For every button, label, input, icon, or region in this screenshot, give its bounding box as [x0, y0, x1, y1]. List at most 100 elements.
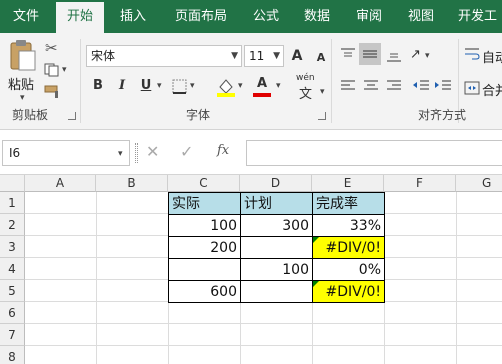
font-name-select[interactable]: 宋体 ▼ [86, 45, 242, 67]
bold-button[interactable]: B [89, 77, 107, 95]
cell-D4[interactable]: 100 [240, 258, 312, 280]
cell-E1[interactable]: 完成率 [312, 192, 385, 214]
column-header[interactable]: A [25, 175, 96, 192]
orientation-dropdown-icon[interactable]: ▾ [425, 51, 430, 61]
underline-button[interactable]: U [137, 77, 155, 95]
row-header[interactable]: 7 [0, 324, 25, 346]
cut-icon[interactable]: ✂ [45, 39, 58, 57]
phonetic-guide-pinyin[interactable]: wén [296, 73, 315, 83]
wrap-text-icon[interactable] [464, 47, 480, 64]
align-top-icon[interactable] [340, 47, 356, 66]
align-bottom-icon[interactable] [386, 47, 402, 66]
cell-E3-value: #DIV/0! [325, 240, 381, 256]
select-all-corner[interactable] [0, 175, 25, 192]
tab-insert[interactable]: 插入 [108, 0, 158, 33]
row-header[interactable]: 1 [0, 192, 25, 214]
column-header[interactable]: G [456, 175, 502, 192]
tab-developer[interactable]: 开发工 [450, 0, 502, 33]
paste-icon[interactable] [8, 39, 38, 73]
row-header[interactable]: 8 [0, 346, 25, 364]
format-painter-icon[interactable] [44, 85, 62, 102]
phonetic-guide-button[interactable]: 文 [299, 83, 312, 102]
formula-bar-grip[interactable] [135, 143, 138, 163]
paste-label[interactable]: 粘贴 [8, 74, 34, 93]
formula-input[interactable] [246, 140, 502, 166]
row-header[interactable]: 5 [0, 280, 25, 302]
align-left-icon[interactable] [340, 79, 356, 96]
font-color-dropdown-icon[interactable]: ▾ [276, 81, 281, 91]
grow-font-button[interactable]: A [288, 47, 306, 65]
decrease-indent-icon[interactable] [412, 79, 430, 96]
column-header[interactable]: E [312, 175, 384, 192]
row-header[interactable]: 6 [0, 302, 25, 324]
enter-icon[interactable]: ✓ [180, 142, 193, 161]
insert-function-button[interactable]: fx [217, 143, 229, 158]
align-center-icon[interactable] [363, 79, 379, 96]
clipboard-group-label: 剪贴板 [12, 108, 49, 122]
copy-dropdown-icon[interactable]: ▾ [62, 65, 67, 75]
cell-C3[interactable]: 200 [168, 236, 240, 258]
name-box-dropdown-icon[interactable]: ▾ [118, 149, 123, 159]
cell-D5[interactable] [240, 280, 312, 303]
font-color-swatch [253, 93, 271, 97]
row-header[interactable]: 4 [0, 258, 25, 280]
alignment-group-label: 对齐方式 [418, 108, 467, 122]
font-size-select[interactable]: 11 ▼ [244, 45, 284, 67]
cell-D2[interactable]: 300 [240, 214, 312, 236]
orientation-icon[interactable]: ↗ [410, 47, 421, 62]
fill-dropdown-icon[interactable]: ▾ [238, 81, 243, 91]
tab-home[interactable]: 开始 [56, 2, 104, 33]
column-header[interactable]: C [168, 175, 240, 192]
cell-D1[interactable]: 计划 [240, 192, 312, 214]
cell-E4[interactable]: 0% [312, 258, 385, 280]
tab-review[interactable]: 审阅 [346, 0, 392, 33]
shrink-font-button[interactable]: A [312, 49, 330, 67]
column-header[interactable]: F [384, 175, 456, 192]
font-name-value: 宋体 [91, 49, 116, 63]
wrap-text-label[interactable]: 自动换 [482, 47, 502, 66]
row-header[interactable]: 2 [0, 214, 25, 236]
borders-icon[interactable] [172, 79, 188, 98]
tab-page-layout[interactable]: 页面布局 [164, 0, 238, 33]
cell-E3[interactable]: #DIV/0! [312, 236, 385, 258]
row-header[interactable]: 3 [0, 236, 25, 258]
font-color-button[interactable]: A [253, 75, 271, 93]
font-group-label: 字体 [186, 108, 211, 122]
group-separator [80, 39, 81, 123]
column-header[interactable]: D [240, 175, 312, 192]
clipboard-launcher-icon[interactable] [68, 112, 76, 120]
merge-center-label[interactable]: 合并 [482, 80, 502, 99]
error-indicator-icon [313, 237, 319, 243]
cell-D3[interactable] [240, 236, 312, 258]
cell-C5[interactable]: 600 [168, 280, 240, 303]
borders-dropdown-icon[interactable]: ▾ [190, 81, 195, 91]
tab-view[interactable]: 视图 [398, 0, 444, 33]
align-middle-icon[interactable] [359, 43, 381, 65]
gridline [25, 345, 502, 346]
fill-color-icon[interactable] [216, 77, 236, 100]
worksheet-grid[interactable]: A B C D E F G 1 2 3 4 5 6 7 8 实际 计划 完成率 … [0, 175, 502, 364]
cancel-icon[interactable]: ✕ [146, 142, 159, 161]
cell-E5[interactable]: #DIV/0! [312, 280, 385, 303]
cell-C4[interactable] [168, 258, 240, 280]
cell-E5-value: #DIV/0! [325, 284, 381, 300]
cell-C2[interactable]: 100 [168, 214, 240, 236]
column-header[interactable]: B [96, 175, 168, 192]
merge-center-icon[interactable] [464, 81, 480, 98]
copy-icon[interactable] [44, 63, 60, 80]
tab-file[interactable]: 文件 [0, 0, 52, 33]
paste-dropdown-icon[interactable]: ▾ [20, 93, 25, 103]
name-box[interactable]: I6 [2, 140, 130, 166]
chevron-down-icon: ▼ [273, 51, 280, 61]
font-launcher-icon[interactable] [318, 112, 326, 120]
align-right-icon[interactable] [386, 79, 402, 96]
gridline [96, 192, 97, 364]
italic-button[interactable]: I [113, 77, 131, 95]
cell-C1[interactable]: 实际 [168, 192, 240, 214]
phonetic-dropdown-icon[interactable]: ▾ [320, 87, 325, 97]
cell-E2[interactable]: 33% [312, 214, 385, 236]
tab-data[interactable]: 数据 [294, 0, 340, 33]
increase-indent-icon[interactable] [434, 79, 452, 96]
tab-formulas[interactable]: 公式 [244, 0, 288, 33]
underline-dropdown-icon[interactable]: ▾ [157, 81, 162, 91]
